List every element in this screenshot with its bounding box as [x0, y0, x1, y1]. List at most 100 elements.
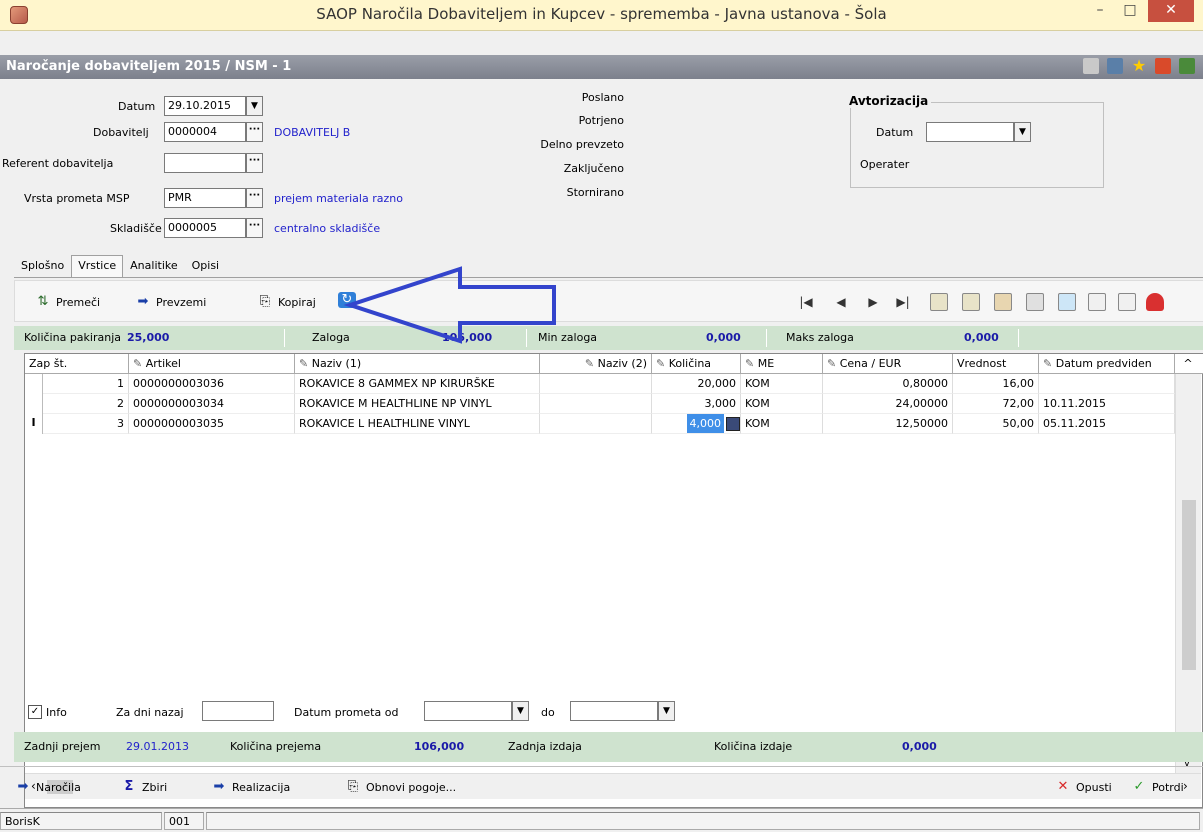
table-row[interactable]: 1 0000000003036 ROKAVICE 8 GAMMEX NP KIR…: [25, 374, 1203, 394]
narocila-button[interactable]: ➡ Naročila: [14, 779, 81, 795]
info-checkbox[interactable]: ✓: [28, 705, 42, 719]
export-icon[interactable]: [1058, 293, 1076, 311]
potrdi-button[interactable]: ✓ Potrdi: [1130, 779, 1184, 795]
auth-datum-input[interactable]: [926, 122, 1014, 142]
column-naziv-2-label: Naziv (2): [597, 357, 647, 370]
datum-prometa-do-input[interactable]: [570, 701, 658, 721]
operater-label: Operater: [860, 158, 910, 171]
dobavitelj-input[interactable]: 0000004: [164, 122, 246, 142]
new-document-icon[interactable]: [930, 293, 948, 311]
vrsta-prometa-input[interactable]: PMR: [164, 188, 246, 208]
star-icon[interactable]: ★: [1131, 58, 1147, 74]
arrow-shape: [343, 266, 556, 344]
previous-record-icon[interactable]: ◀: [830, 293, 852, 313]
calculator-icon[interactable]: [726, 417, 740, 431]
datum-input[interactable]: 29.10.2015: [164, 96, 246, 116]
vrsta-prometa-lookup-button[interactable]: ···: [246, 188, 263, 208]
tab-analitike[interactable]: Analitike: [123, 255, 184, 277]
column-artikel[interactable]: ✎ Artikel: [129, 354, 295, 374]
checkmark-icon: ✓: [1133, 779, 1145, 794]
column-zap-st[interactable]: Zap št.: [25, 354, 129, 374]
column-naziv-1[interactable]: ✎ Naziv (1): [295, 354, 540, 374]
pencil-icon: ✎: [745, 357, 758, 370]
datum-prometa-do-dropdown[interactable]: ▼: [658, 701, 675, 721]
vrsta-prometa-label: Vrsta prometa MSP: [24, 192, 130, 205]
realizacija-button[interactable]: ➡ Realizacija: [210, 779, 291, 795]
dobavitelj-name: DOBAVITELJ B: [274, 126, 351, 139]
column-naziv-2[interactable]: ✎ Naziv (2): [540, 354, 652, 374]
datum-prometa-od-input[interactable]: [424, 701, 512, 721]
referent-lookup-button[interactable]: ···: [246, 153, 263, 173]
next-record-icon[interactable]: ▶: [862, 293, 884, 313]
za-dni-nazaj-input[interactable]: [202, 701, 274, 721]
stop-icon[interactable]: [1146, 293, 1164, 311]
tab-vrstice[interactable]: Vrstice: [71, 255, 124, 277]
document-copy-icon[interactable]: [1026, 293, 1044, 311]
auth-datum-dropdown-button[interactable]: ▼: [1014, 122, 1031, 142]
opusti-button[interactable]: ✕ Opusti: [1054, 779, 1112, 795]
dobavitelj-lookup-button[interactable]: ···: [246, 122, 263, 142]
authorization-title: Avtorizacija: [846, 94, 932, 108]
list-icon[interactable]: [1107, 58, 1123, 74]
first-record-icon[interactable]: |◀: [795, 293, 817, 313]
cell-artikel: 0000000003034: [129, 394, 295, 414]
column-datum-label: Datum predviden: [1055, 357, 1152, 370]
column-kolicina-label: Količina: [668, 357, 712, 370]
sigma-icon: Σ: [124, 779, 134, 794]
document-insert-icon[interactable]: [994, 293, 1012, 311]
cancel-edit-icon[interactable]: [1118, 293, 1136, 311]
prevzemi-button[interactable]: ➡ Prevzemi: [134, 294, 207, 310]
close-button[interactable]: ✕: [1148, 0, 1194, 22]
skladisce-lookup-button[interactable]: ···: [246, 218, 263, 238]
last-record-icon[interactable]: ▶|: [892, 293, 914, 313]
pencil-icon: ✎: [1043, 357, 1056, 370]
cell-me: KOM: [741, 394, 823, 414]
info-separator: [284, 329, 285, 347]
kolicina-pakiranja-value: 25,000: [127, 331, 170, 344]
row-edit-cursor: I: [25, 414, 43, 434]
skladisce-input[interactable]: 0000005: [164, 218, 246, 238]
cell-kolicina-editor[interactable]: 4,000: [652, 414, 741, 434]
minimize-button[interactable]: –: [1087, 0, 1113, 22]
kolicina-edit-value[interactable]: 4,000: [686, 414, 724, 433]
narocila-label: Naročila: [36, 780, 81, 794]
zbiri-button[interactable]: Σ Zbiri: [120, 779, 168, 795]
kolicina-prejema-value: 106,000: [414, 740, 465, 753]
kolicina-izdaje-label: Količina izdaje: [714, 740, 793, 753]
premeci-button[interactable]: ⇅ Premeči: [34, 294, 101, 310]
cell-kolicina: 20,000: [652, 374, 741, 394]
column-kolicina[interactable]: ✎ Količina: [652, 354, 741, 374]
kopiraj-button[interactable]: ⎘ Kopiraj: [256, 294, 316, 310]
table-row[interactable]: 2 0000000003034 ROKAVICE M HEALTHLINE NP…: [25, 394, 1203, 414]
column-vrednost[interactable]: Vrednost: [953, 354, 1039, 374]
vertical-scroll-thumb[interactable]: [1182, 500, 1196, 670]
delete-icon[interactable]: [1155, 58, 1171, 74]
tab-opisi[interactable]: Opisi: [185, 255, 226, 277]
edit-document-icon[interactable]: [1088, 293, 1106, 311]
datum-prometa-od-dropdown[interactable]: ▼: [512, 701, 529, 721]
document-text-icon[interactable]: [962, 293, 980, 311]
status-stornirano: Stornirano: [566, 186, 624, 199]
referent-label: Referent dobavitelja: [2, 157, 114, 170]
obnovi-pogoje-button[interactable]: ⎘ Obnovi pogoje...: [344, 779, 456, 795]
vertical-scrollbar[interactable]: v: [1175, 374, 1201, 773]
tab-splosno[interactable]: Splošno: [14, 255, 71, 277]
exit-icon[interactable]: [1179, 58, 1195, 74]
column-cena[interactable]: ✎ Cena / EUR: [823, 354, 953, 374]
column-datum-predviden[interactable]: ✎ Datum predviden: [1039, 354, 1175, 374]
pencil-icon: ✎: [299, 357, 312, 370]
column-me[interactable]: ✎ ME: [741, 354, 823, 374]
datum-dropdown-button[interactable]: ▼: [246, 96, 263, 116]
edit-icon[interactable]: [1083, 58, 1099, 74]
cell-naziv-2: [540, 414, 652, 434]
maximize-button[interactable]: □: [1117, 0, 1143, 22]
status-zakljuceno: Zaključeno: [563, 162, 624, 175]
table-row-selected[interactable]: I 3 0000000003035 ROKAVICE L HEALTHLINE …: [25, 414, 1203, 434]
opusti-label: Opusti: [1076, 780, 1112, 794]
referent-input[interactable]: [164, 153, 246, 173]
scroll-up-icon[interactable]: ^: [1175, 354, 1201, 374]
kolicina-prejema-label: Količina prejema: [230, 740, 322, 753]
min-zaloga-value: 0,000: [706, 331, 741, 344]
cell-naziv-1: ROKAVICE M HEALTHLINE NP VINYL: [295, 394, 540, 414]
kolicina-pakiranja-label: Količina pakiranja: [24, 331, 122, 344]
